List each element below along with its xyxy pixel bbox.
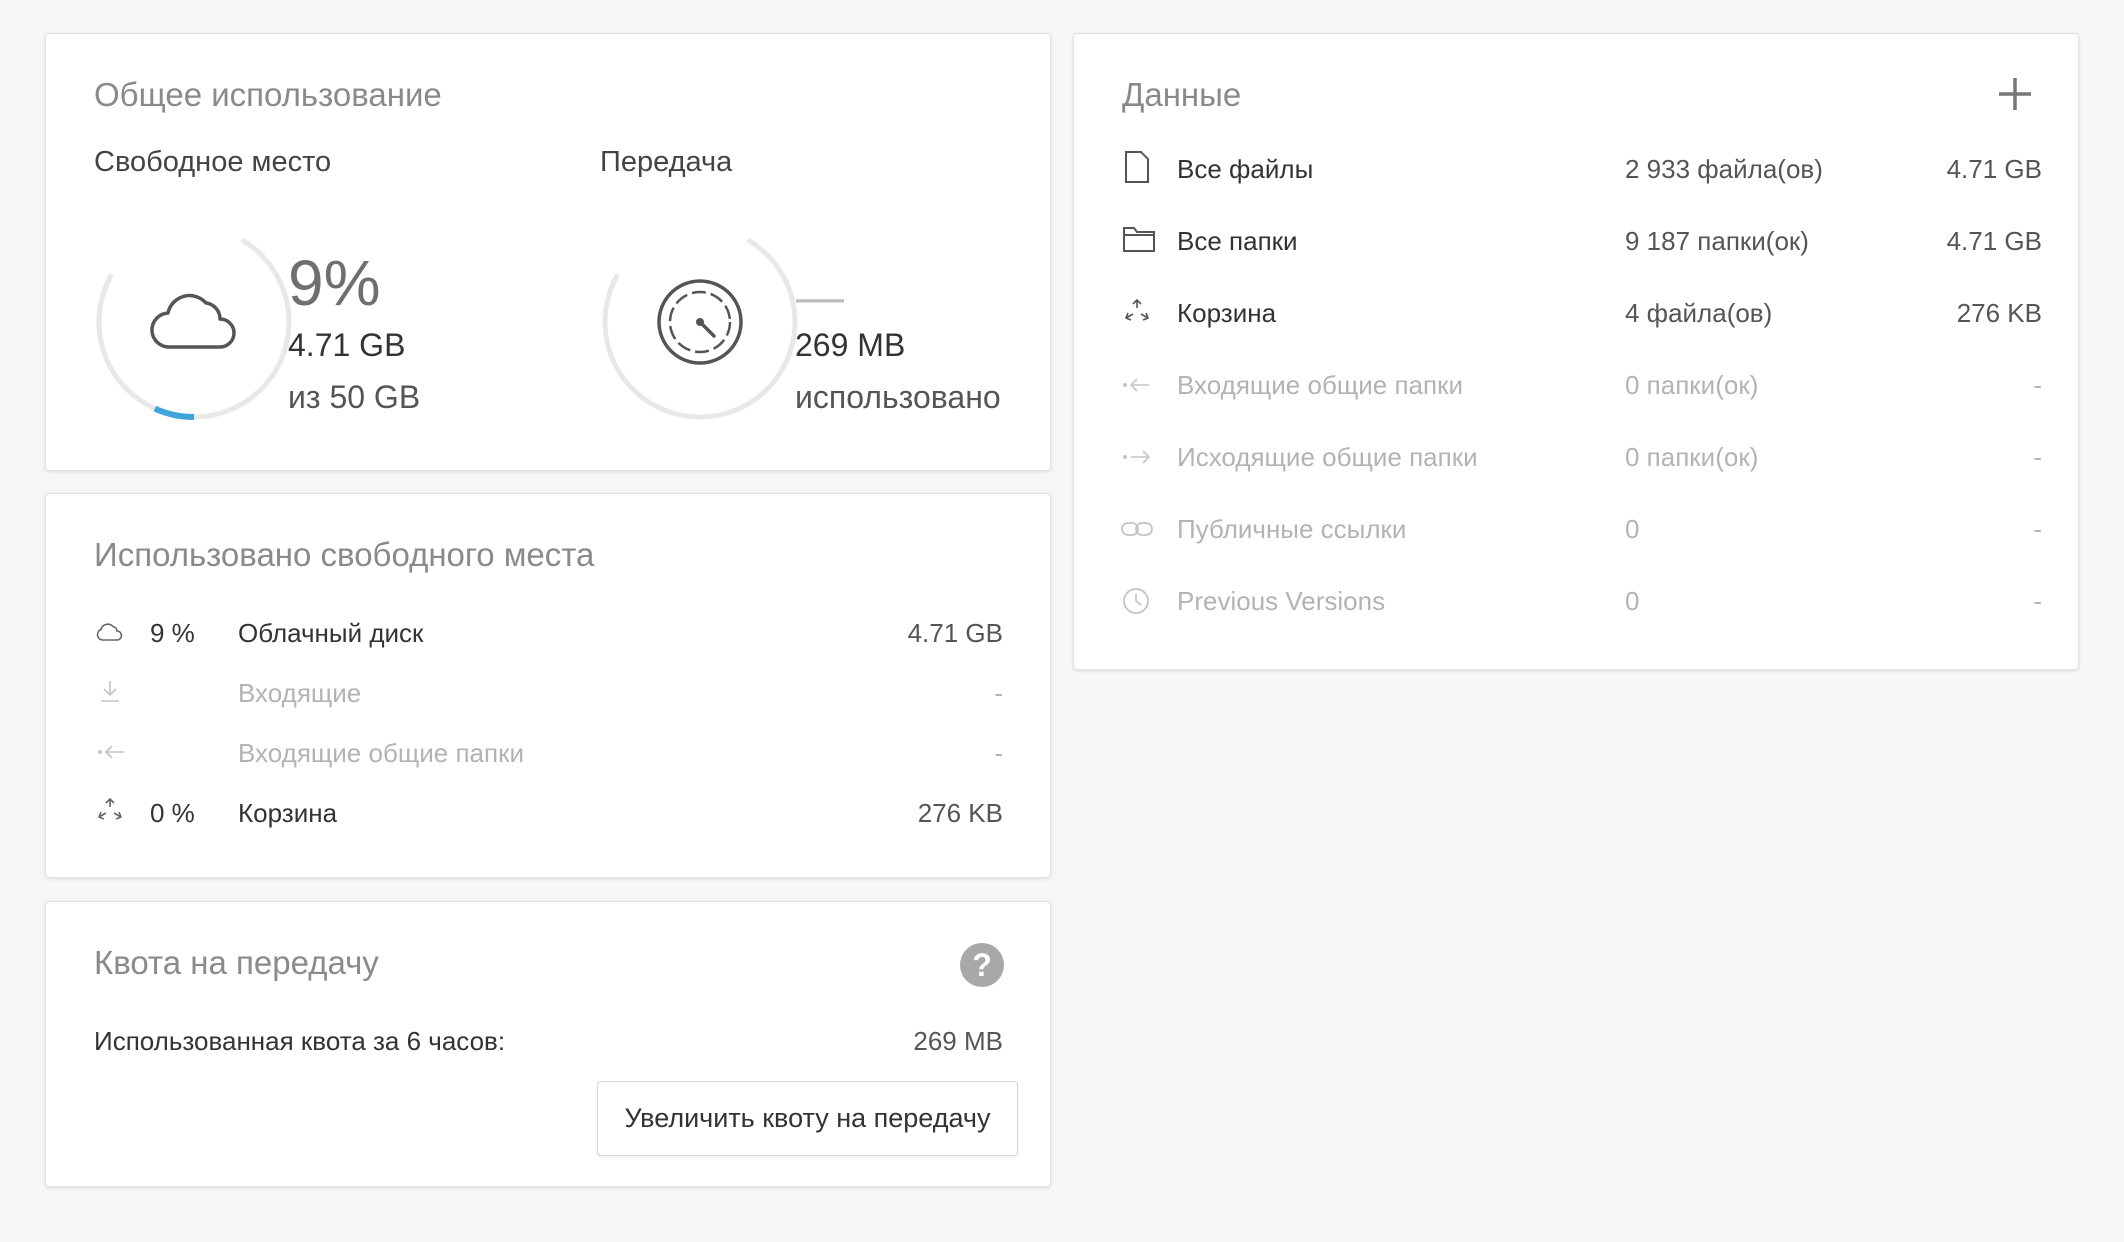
data-row-count: 0 bbox=[1625, 514, 1640, 544]
space-row-value: - bbox=[994, 678, 1003, 708]
data-row-label: Все папки bbox=[1177, 226, 1298, 256]
clock-icon bbox=[1123, 588, 1149, 614]
transfer-quota-card: Квота на передачу ? Использованная квота… bbox=[45, 901, 1051, 1187]
transfer-quota-title: Квота на передачу bbox=[94, 944, 379, 981]
cloud-icon bbox=[150, 293, 236, 349]
incoming-share-icon bbox=[1123, 378, 1149, 392]
transfer-dash: — bbox=[796, 271, 844, 324]
storage-percent: 9% bbox=[288, 247, 381, 319]
transfer-label: Передача bbox=[600, 146, 733, 178]
data-row-count: 0 bbox=[1625, 586, 1640, 616]
add-icon[interactable] bbox=[1996, 75, 2034, 113]
data-row-size: 276 KB bbox=[1956, 298, 2042, 328]
data-row-count: 0 папки(ок) bbox=[1625, 370, 1759, 400]
space-row-percent: 0 % bbox=[150, 798, 195, 828]
data-row-label: Previous Versions bbox=[1177, 586, 1386, 616]
data-row-size: 4.71 GB bbox=[1946, 226, 2042, 256]
incoming-share-icon bbox=[98, 745, 124, 759]
speedometer-icon bbox=[657, 279, 743, 365]
link-icon bbox=[1121, 522, 1153, 536]
storage-label: Свободное место bbox=[94, 146, 332, 178]
data-card: Данные Все файлы 2 933 файла(ов) 4.71 GB… bbox=[1073, 33, 2079, 670]
download-icon bbox=[101, 681, 119, 702]
transfer-used: 269 MB bbox=[795, 327, 906, 363]
data-row-incoming-shares[interactable]: Входящие общие папки 0 папки(ок) - bbox=[1114, 355, 2044, 415]
overall-usage-title: Общее использование bbox=[94, 76, 442, 113]
data-row-count: 0 папки(ок) bbox=[1625, 442, 1759, 472]
folder-icon bbox=[1123, 227, 1155, 252]
data-row-trash[interactable]: Корзина 4 файла(ов) 276 KB bbox=[1114, 283, 2044, 343]
cloud-icon bbox=[96, 623, 123, 641]
data-row-count: 9 187 папки(ок) bbox=[1625, 226, 1809, 256]
storage-total: из 50 GB bbox=[288, 379, 421, 415]
space-row-label: Входящие общие папки bbox=[238, 738, 524, 768]
space-row-value: 4.71 GB bbox=[907, 618, 1003, 648]
data-row-size: 4.71 GB bbox=[1946, 154, 2042, 184]
data-row-public-links[interactable]: Публичные ссылки 0 - bbox=[1114, 499, 2044, 559]
space-row-label: Входящие bbox=[238, 678, 362, 708]
transfer-caption: использовано bbox=[795, 379, 1001, 415]
data-row-label: Все файлы bbox=[1177, 154, 1314, 184]
outgoing-share-icon bbox=[1123, 450, 1151, 464]
space-row-label: Облачный диск bbox=[238, 618, 424, 648]
data-row-count: 4 файла(ов) bbox=[1625, 298, 1773, 328]
help-icon: ? bbox=[972, 946, 992, 983]
data-row-label: Корзина bbox=[1177, 298, 1277, 328]
space-row-value: - bbox=[994, 738, 1003, 768]
data-row-label: Входящие общие папки bbox=[1177, 370, 1463, 400]
data-row-all-folders[interactable]: Все папки 9 187 папки(ок) 4.71 GB bbox=[1114, 211, 2044, 271]
space-used-card: Использовано свободного места 9 % Облачн… bbox=[45, 493, 1051, 878]
space-row-label: Корзина bbox=[238, 798, 338, 828]
data-row-all-files[interactable]: Все файлы 2 933 файла(ов) 4.71 GB bbox=[1114, 139, 2044, 199]
data-row-size: - bbox=[2033, 442, 2042, 472]
space-used-title: Использовано свободного места bbox=[94, 536, 595, 573]
recycle-icon bbox=[98, 798, 122, 820]
data-row-size: - bbox=[2033, 514, 2042, 544]
help-button[interactable]: ? bbox=[960, 943, 1004, 987]
increase-quota-button[interactable]: Увеличить квоту на передачу bbox=[597, 1081, 1018, 1156]
data-row-previous-versions[interactable]: Previous Versions 0 - bbox=[1114, 571, 2044, 631]
quota-used-label: Использованная квота за 6 часов: bbox=[94, 1026, 506, 1056]
storage-used: 4.71 GB bbox=[288, 327, 406, 363]
data-row-size: - bbox=[2033, 370, 2042, 400]
data-title: Данные bbox=[1122, 76, 1242, 113]
data-row-label: Публичные ссылки bbox=[1177, 514, 1407, 544]
space-row-percent: 9 % bbox=[150, 618, 195, 648]
space-row-value: 276 KB bbox=[917, 798, 1003, 828]
data-row-count: 2 933 файла(ов) bbox=[1625, 154, 1823, 184]
data-row-outgoing-shares[interactable]: Исходящие общие папки 0 папки(ок) - bbox=[1114, 427, 2044, 487]
data-row-label: Исходящие общие папки bbox=[1177, 442, 1478, 472]
recycle-icon bbox=[1125, 299, 1149, 321]
overall-usage-card: Общее использование Свободное место 9% 4… bbox=[45, 33, 1051, 471]
quota-used-value: 269 MB bbox=[913, 1026, 1003, 1056]
data-row-size: - bbox=[2033, 586, 2042, 616]
file-icon bbox=[1125, 151, 1149, 183]
